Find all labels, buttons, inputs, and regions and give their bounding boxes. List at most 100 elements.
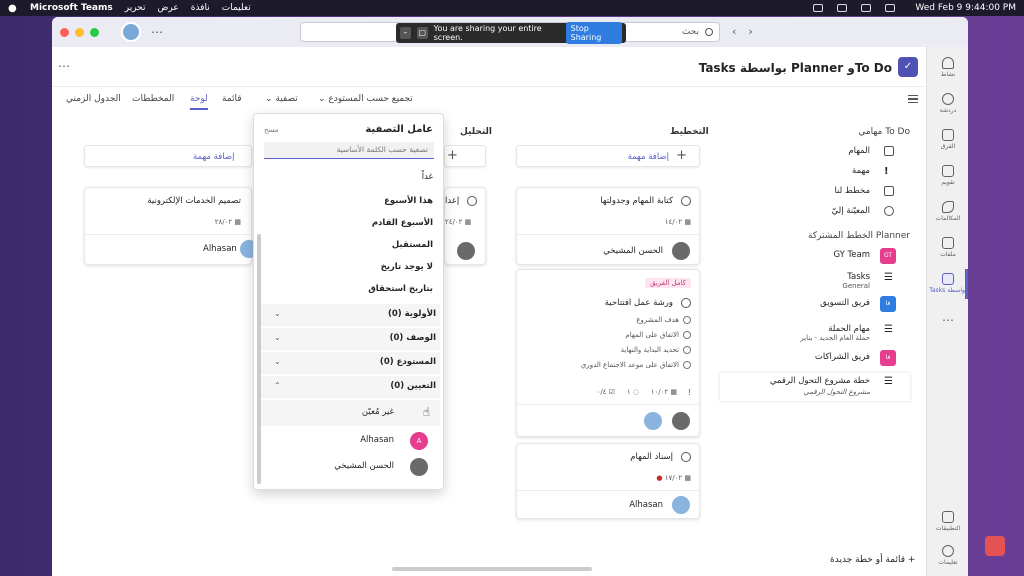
- tab-timeline[interactable]: الجدول الزمني: [66, 94, 121, 104]
- rail-calls[interactable]: المكالمات: [927, 201, 968, 222]
- assignee-avatar: [410, 458, 428, 476]
- task-card[interactable]: كتابة المهام وجدولتها ١٤/٠٢ ▦ الحسن المش…: [516, 187, 700, 265]
- filter-option-no-date[interactable]: لا يوجد تاريخ: [381, 262, 433, 272]
- filter-option-future[interactable]: المستقبل: [392, 240, 433, 250]
- filter-keyword-input[interactable]: تصفية حسب الكلمة الأساسية: [264, 142, 434, 159]
- filter-option-due-date[interactable]: بتاريخ استحقاق: [368, 284, 433, 294]
- complete-task-checkbox[interactable]: [681, 196, 691, 206]
- assignee-avatar[interactable]: [672, 242, 690, 260]
- filter-assignee-alhasan[interactable]: Alhasan A: [260, 428, 440, 454]
- filter-assignee-unassigned[interactable]: غير مُعيّن ☝: [260, 400, 440, 426]
- checklist-item[interactable]: الاتفاق على موعد الاجتماع الدوري: [581, 361, 691, 369]
- hamburger-icon[interactable]: [908, 95, 918, 103]
- assignee-avatar[interactable]: [457, 242, 475, 260]
- task-card[interactable]: تصميم الخدمات الإلكترونية ٢٨/٠٢ ▦ Alhasa…: [84, 187, 258, 265]
- sidebar-item-important[interactable]: مهمة !: [720, 163, 910, 183]
- menu-window[interactable]: نافذة: [191, 3, 210, 13]
- forward-arrow-icon[interactable]: ›: [748, 25, 752, 38]
- apple-icon[interactable]: ●: [8, 3, 18, 14]
- sidebar-plan-item[interactable]: مهام الحملة حملة العام الجديد - يناير ☰: [720, 321, 910, 345]
- sidebar-plan-item[interactable]: فريق التسويق فا: [720, 295, 910, 315]
- rail-activity[interactable]: نشاط: [927, 57, 968, 78]
- rail-apps[interactable]: التطبيقات: [927, 511, 968, 532]
- add-task-label: إضافة مهمة: [627, 152, 669, 162]
- task-card[interactable]: كامل الفريق ورشة عمل افتتاحية هدف المشرو…: [516, 269, 700, 437]
- task-card[interactable]: إسناد المهام ● ١٧/٠٢ ▦ Alhasan: [516, 443, 700, 519]
- minimize-window-button[interactable]: [75, 27, 84, 37]
- checklist-item[interactable]: هدف المشروع: [636, 316, 691, 324]
- rail-teams[interactable]: الفرق: [927, 129, 968, 150]
- add-task-label: إضافة مهمة: [193, 152, 235, 162]
- filter-section-description[interactable]: الوصف (0) ⌄: [260, 328, 440, 350]
- sidebar-item-assigned[interactable]: المعيّنة إليّ: [720, 203, 910, 223]
- due-date: ٢٤/٠٢ ▦: [445, 218, 472, 226]
- sidebar-plan-item-selected[interactable]: خطة مشروع التحول الرقمي مشروع التحول الر…: [720, 373, 910, 401]
- sidebar-plan-item[interactable]: GY Team GT: [720, 247, 910, 267]
- assignee-avatar[interactable]: [672, 496, 690, 514]
- rail-help[interactable]: تعليمات: [927, 545, 968, 566]
- more-options-icon[interactable]: ⋯: [58, 59, 70, 73]
- menu-clock[interactable]: Wed Feb 9 9:44:00 PM: [915, 3, 1016, 13]
- filter-option-this-week[interactable]: هذا الأسبوع: [384, 196, 433, 206]
- filter-option-tomorrow[interactable]: غداً: [422, 172, 433, 182]
- sidebar-plan-item[interactable]: Tasks General ☰: [720, 269, 910, 293]
- menu-edit[interactable]: تحرير: [125, 3, 146, 13]
- rail-calendar[interactable]: تقويم: [927, 165, 968, 186]
- close-window-button[interactable]: [60, 27, 69, 37]
- user-avatar[interactable]: [121, 22, 141, 42]
- menu-view[interactable]: عرض: [158, 3, 179, 13]
- tab-charts[interactable]: المخططات: [132, 94, 174, 104]
- checklist-item[interactable]: تحديد البداية والنهاية: [621, 346, 691, 354]
- filter-scrollbar[interactable]: [257, 234, 261, 484]
- stop-sharing-button[interactable]: Stop Sharing: [565, 22, 622, 44]
- plan-label: Tasks: [847, 272, 870, 282]
- checklist-circle-icon: [683, 316, 691, 324]
- filter-option-next-week[interactable]: الأسبوع القادم: [372, 218, 433, 228]
- tab-list[interactable]: قائمة: [222, 94, 242, 104]
- sidebar-plan-item[interactable]: فريق الشراكات فا: [720, 349, 910, 369]
- tab-board[interactable]: لوحة: [190, 94, 208, 110]
- rail-files[interactable]: ملفات: [927, 237, 968, 258]
- complete-task-checkbox[interactable]: [681, 452, 691, 462]
- wifi-icon[interactable]: [861, 4, 872, 12]
- back-arrow-icon[interactable]: ‹: [732, 25, 736, 38]
- zoom-window-button[interactable]: [90, 27, 99, 37]
- filter-section-bucket[interactable]: المستودع (0) ⌄: [260, 352, 440, 374]
- battery-icon[interactable]: [885, 4, 896, 12]
- add-task-button[interactable]: إضافة مهمة +: [516, 145, 700, 167]
- minimize-banner-icon[interactable]: –: [400, 27, 411, 39]
- status-icon[interactable]: [837, 4, 848, 12]
- tab-group-by[interactable]: ⌄ تجميع حسب المستودع: [318, 94, 413, 104]
- chevron-down-icon: ⌄: [274, 333, 281, 342]
- add-task-button[interactable]: إضافة مهمة: [84, 145, 252, 167]
- search-bar[interactable]: – ▢ You are sharing your entire screen. …: [300, 22, 720, 44]
- menu-help[interactable]: تعليمات: [222, 3, 251, 13]
- filter-section-priority[interactable]: الأولوية (0) ⌄: [260, 304, 440, 326]
- task-card[interactable]: إعدا ٢٤/٠٢ ▦: [444, 187, 486, 265]
- assignee-avatar[interactable]: [672, 412, 690, 430]
- bell-icon: [942, 57, 954, 69]
- sidebar-item-tasks[interactable]: المهام: [720, 143, 910, 163]
- add-task-button[interactable]: +: [444, 145, 486, 167]
- rail-chat[interactable]: دردشة: [927, 93, 968, 114]
- more-icon[interactable]: ⋯: [151, 25, 163, 39]
- clear-filter-button[interactable]: مسح: [264, 126, 279, 134]
- tab-filter[interactable]: ⌄ تصفية: [265, 94, 298, 104]
- menu-app-name[interactable]: Microsoft Teams: [30, 3, 113, 13]
- rail-label: ملفات: [940, 251, 956, 258]
- filter-assignee-alhasan-almeshikhi[interactable]: الحسن المشيخي: [260, 454, 440, 480]
- complete-task-checkbox[interactable]: [681, 298, 691, 308]
- horizontal-scrollbar[interactable]: [392, 567, 592, 571]
- comment-count-text: ١: [626, 388, 631, 396]
- rail-tasks[interactable]: Tasks بواسطة: [927, 273, 968, 294]
- due-date-text: ٢٨/٠٢: [214, 218, 233, 226]
- status-icon[interactable]: [813, 4, 824, 12]
- filter-section-assignment[interactable]: التعيين (0) ⌃: [260, 376, 440, 398]
- assignee-avatar[interactable]: [644, 412, 662, 430]
- checklist-item[interactable]: الاتفاق على المهام: [625, 331, 691, 339]
- complete-task-checkbox[interactable]: [467, 196, 477, 206]
- tasks-app-icon: ✓: [898, 57, 918, 77]
- new-list-button[interactable]: قائمة أو خطة جديدة +: [830, 555, 915, 565]
- sidebar-item-planned[interactable]: مخطط لنا: [720, 183, 910, 203]
- rail-more-icon[interactable]: ⋯: [927, 313, 968, 327]
